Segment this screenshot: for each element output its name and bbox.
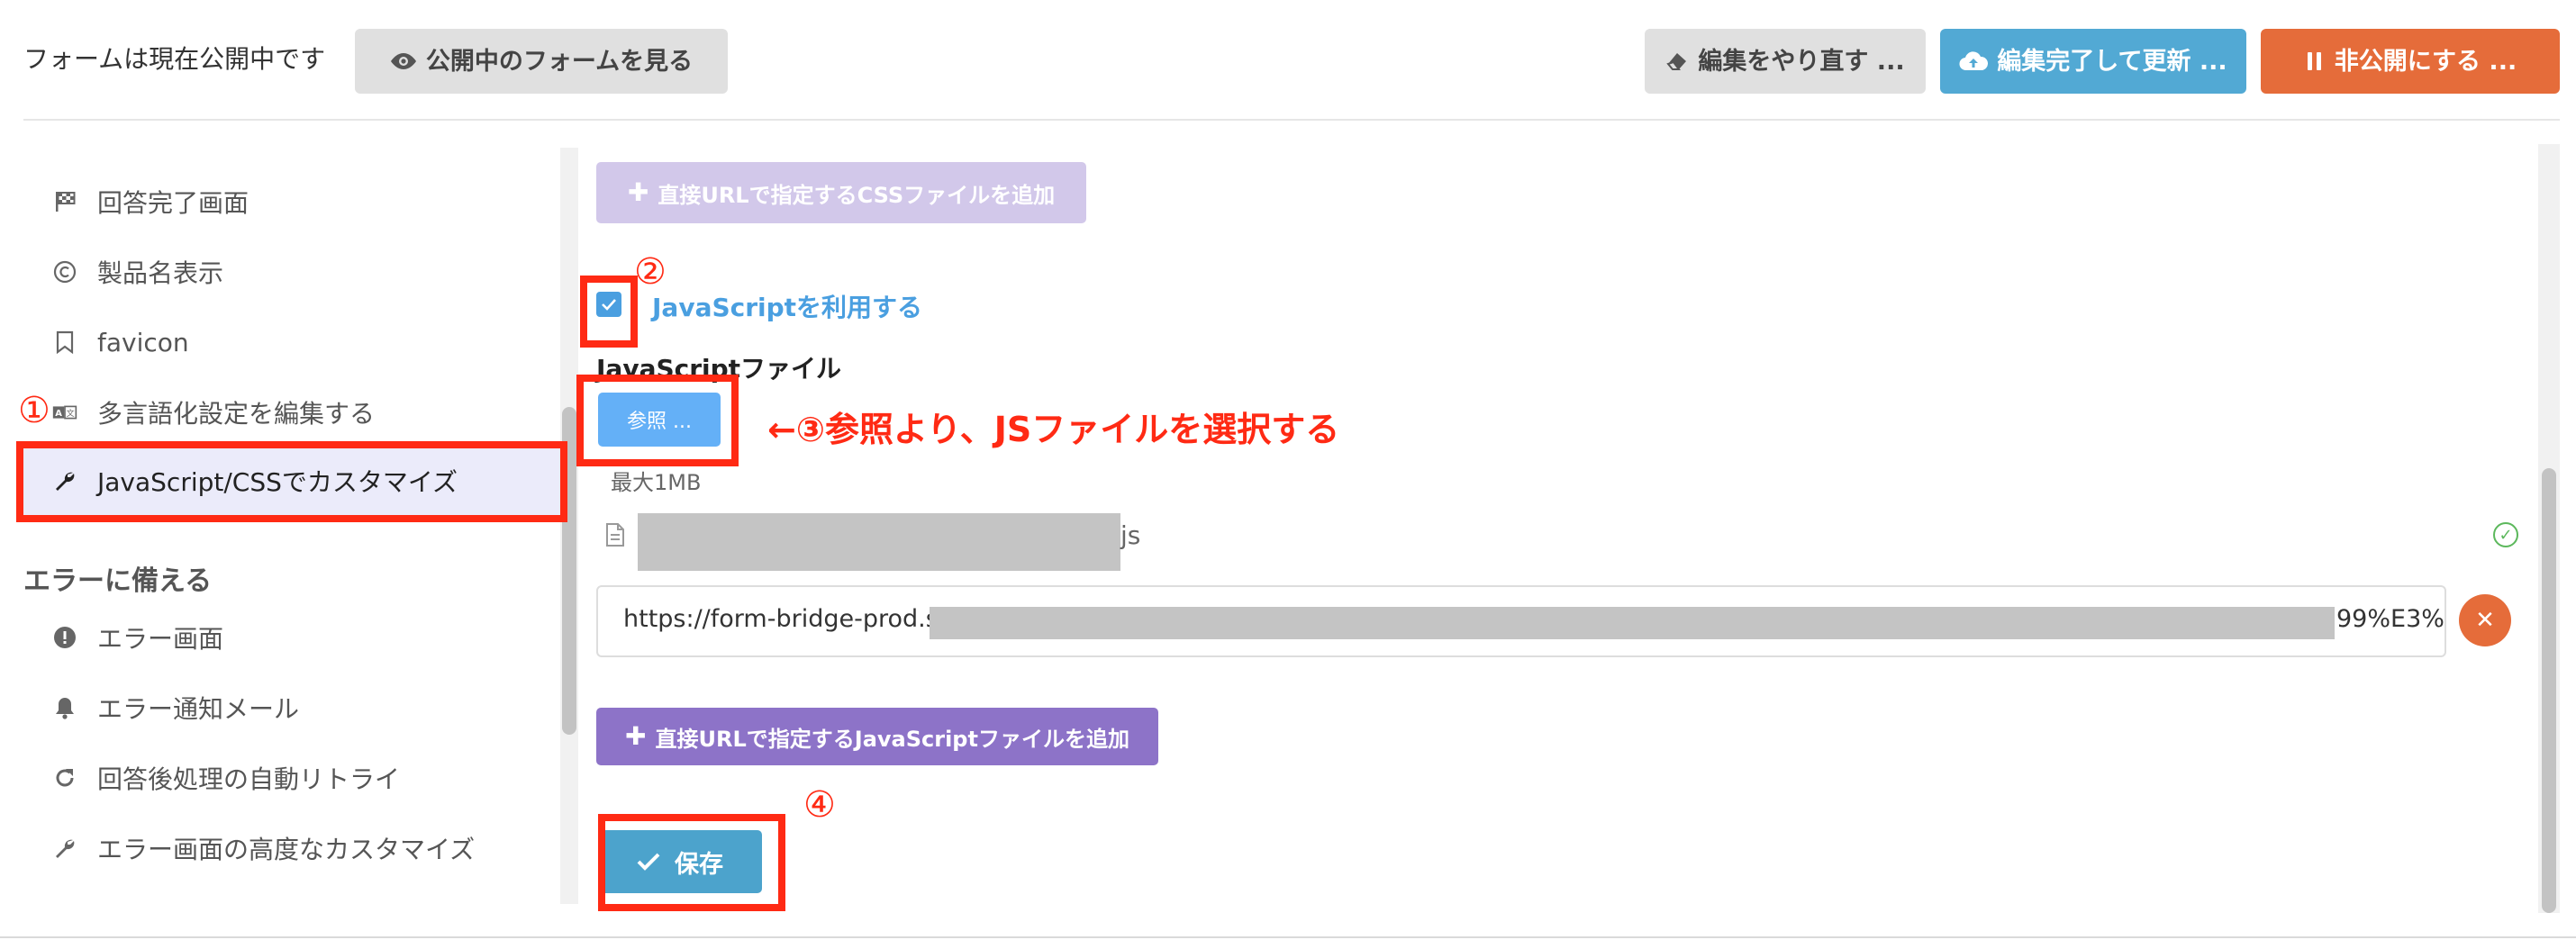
sidebar-item-error-advanced[interactable]: エラー画面の高度なカスタマイズ [52,828,475,868]
sidebar-item-label: favicon [97,327,189,357]
annotation-box-4 [598,814,785,911]
svg-text:文: 文 [67,408,75,419]
sidebar-item-label: エラー画面 [97,624,224,654]
bookmark-icon [52,330,77,355]
annotation-box-3 [576,375,739,466]
pause-icon [2307,52,2321,70]
language-icon: A 文 [52,400,77,425]
undo-edit-button[interactable]: 編集をやり直す ... [1645,29,1926,94]
copyright-icon [52,259,77,285]
exclamation-circle-icon [52,625,77,650]
file-extension: js [1120,520,1141,550]
unpublish-button[interactable]: 非公開にする ... [2261,29,2560,94]
sidebar-item-label: エラー画面の高度なカスタマイズ [97,835,476,864]
unpublish-label: 非公開にする ... [2334,47,2517,76]
sidebar-item-label: 回答後処理の自動リトライ [97,764,401,794]
annotation-step-4: ④ [803,784,836,826]
add-js-url-label: 直接URLで指定するJavaScriptファイルを追加 [655,726,1129,752]
checkered-flag-icon [52,189,77,214]
eraser-icon [1666,53,1687,70]
bottom-divider [0,936,2576,938]
annotation-step-1: ① [18,390,50,431]
sidebar-item-label: 製品名表示 [97,258,224,288]
use-javascript-label[interactable]: JavaScriptを利用する [652,288,922,324]
bell-icon [52,695,77,720]
publish-status-text: フォームは現在公開中です [23,44,326,74]
sidebar-item-multilingual[interactable]: A 文 多言語化設定を編集する [52,393,375,432]
finish-edit-update-label: 編集完了して更新 ... [1997,47,2227,76]
sidebar-item-label: 多言語化設定を編集する [97,399,376,429]
sidebar-item-product-name[interactable]: 製品名表示 [52,252,223,292]
cloud-upload-icon [1959,51,1989,71]
js-url-redacted [930,607,2335,639]
js-url-suffix: 99%E3% [2336,605,2444,633]
max-size-hint: 最大1MB [611,470,702,495]
finish-edit-update-button[interactable]: 編集完了して更新 ... [1940,29,2246,94]
annotation-box-2 [580,276,638,348]
view-published-form-button[interactable]: 公開中のフォームを見る [355,29,728,94]
section-title-error: エラーに備える [23,565,213,597]
file-icon [605,522,625,547]
js-url-prefix: https://form-bridge-prod.s3 [623,605,954,633]
main-scrollbar-thumb[interactable] [2542,468,2556,913]
add-css-url-button[interactable]: ✚ 直接URLで指定するCSSファイルを追加 [596,162,1086,223]
remove-url-button[interactable]: ✕ [2459,594,2511,646]
view-published-form-label: 公開中のフォームを見る [425,47,694,76]
eye-icon [390,53,416,69]
sidebar-item-auto-retry[interactable]: 回答後処理の自動リトライ [52,758,400,798]
sidebar-item-completion-screen[interactable]: 回答完了画面 [52,182,249,221]
add-css-url-label: 直接URLで指定するCSSファイルを追加 [658,182,1056,208]
plus-icon: ✚ [627,177,649,207]
svg-text:A: A [55,409,62,419]
sidebar-item-error-screen[interactable]: エラー画面 [52,618,223,657]
sidebar-item-label: 回答完了画面 [97,188,249,218]
add-js-url-button[interactable]: ✚ 直接URLで指定するJavaScriptファイルを追加 [596,708,1158,765]
sidebar-item-error-mail[interactable]: エラー通知メール [52,688,299,728]
plus-icon: ✚ [625,721,647,751]
sidebar-item-label: エラー通知メール [97,694,300,724]
undo-edit-label: 編集をやり直す ... [1698,47,1905,76]
file-name-redacted [638,513,1120,571]
header-bar: フォームは現在公開中です 公開中のフォームを見る 編集をやり直す ... 編集完… [0,0,2576,121]
check-circle-icon: ✓ [2493,522,2518,547]
sidebar-item-favicon[interactable]: favicon [52,322,189,362]
annotation-step-2: ② [634,251,667,293]
redo-icon [52,765,77,791]
annotation-step-3-text: ←③参照より、JSファイルを選択する [767,410,1340,449]
annotation-box-1 [16,441,567,522]
close-icon: ✕ [2475,607,2495,634]
wrench-icon [52,836,77,861]
